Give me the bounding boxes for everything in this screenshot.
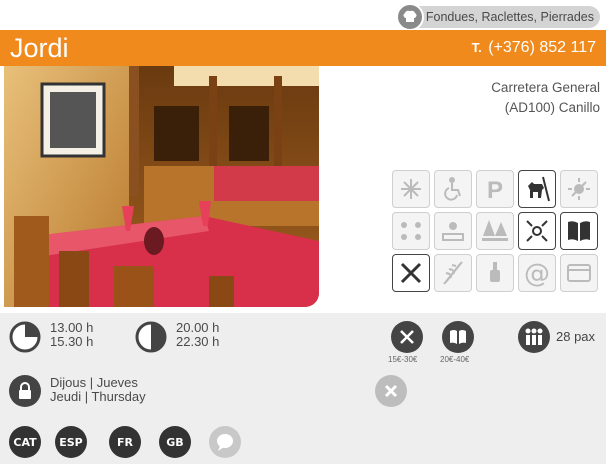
speech-bubble-icon[interactable] [209, 426, 241, 458]
forest-icon [476, 212, 514, 250]
language-fr-badge[interactable]: FR [109, 426, 141, 458]
phone-number[interactable]: T. (+376) 852 117 [472, 39, 596, 57]
restaurant-header: Jordi T. (+376) 852 117 [0, 30, 606, 66]
category-label: Fondues, Raclettes, Pierrades [425, 10, 594, 24]
sunset-view-icon [434, 212, 472, 250]
info-panel: 13.00 h 15.30 h 20.00 h 22.30 h 15€-30€ … [0, 313, 606, 464]
chef-hat-icon [395, 3, 424, 31]
internet-at-icon: @ [518, 254, 556, 292]
sun-icon [560, 170, 598, 208]
capacity-people-icon [518, 321, 550, 353]
lunch-clock-icon [9, 321, 41, 353]
carta-price-book-icon [442, 321, 474, 353]
close-circle-icon[interactable] [375, 375, 407, 407]
cutlery-icon [392, 254, 430, 292]
svg-text:@: @ [524, 259, 550, 287]
address: Carretera General (AD100) Canillo [491, 80, 600, 115]
wheat-icon [434, 254, 472, 292]
restaurant-name: Jordi [10, 33, 69, 63]
center-location-icon [518, 212, 556, 250]
terrace-icon [392, 212, 430, 250]
svg-text:P: P [487, 177, 503, 202]
dog-icon [518, 170, 556, 208]
menu-price-cutlery-icon [391, 321, 423, 353]
menu-price-range: 15€-30€ [388, 355, 418, 364]
carta-price-range: 20€-40€ [440, 355, 470, 364]
closed-days: Dijous | Jueves Jeudi | Thursday [50, 375, 146, 404]
capacity: 28 pax [556, 329, 596, 344]
category-badge: Fondues, Raclettes, Pierrades [395, 3, 600, 31]
language-esp-badge[interactable]: ESP [55, 426, 87, 458]
services-grid: P @ [392, 170, 598, 292]
dinner-clock-icon [135, 321, 167, 353]
wheelchair-icon [434, 170, 472, 208]
restaurant-photo [4, 66, 319, 307]
closed-lock-icon [9, 375, 41, 407]
wine-cellar-icon [476, 254, 514, 292]
lunch-hours: 13.00 h 15.30 h [50, 320, 94, 349]
parking-icon: P [476, 170, 514, 208]
credit-card-icon [560, 254, 598, 292]
menu-book-icon [560, 212, 598, 250]
snowflake-icon [392, 170, 430, 208]
dinner-hours: 20.00 h 22.30 h [176, 320, 220, 349]
language-cat-badge[interactable]: CAT [9, 426, 41, 458]
language-gb-badge[interactable]: GB [159, 426, 191, 458]
